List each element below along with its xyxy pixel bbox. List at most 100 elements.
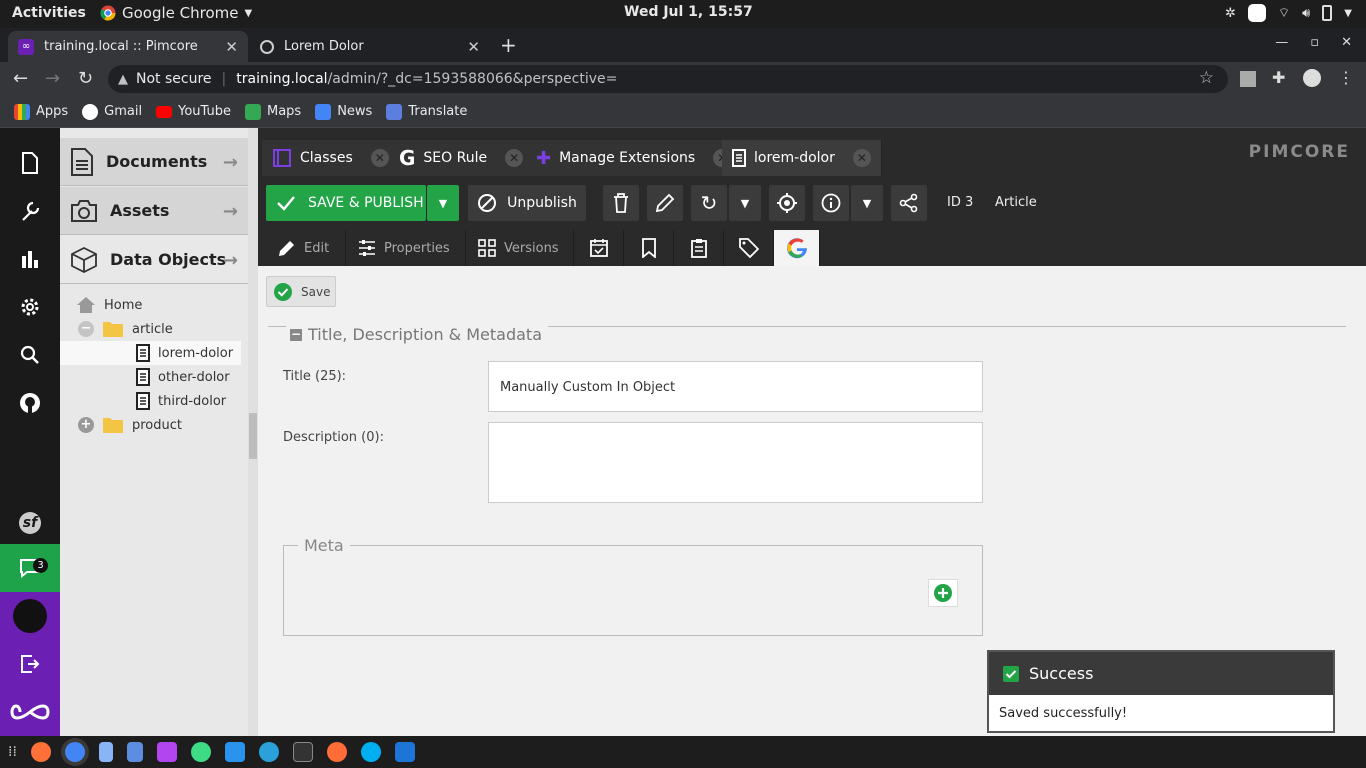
close-tab-icon[interactable]: ✕ (505, 149, 524, 167)
close-tab-icon[interactable]: ✕ (852, 149, 871, 167)
save-options-dropdown[interactable]: ▼ (427, 185, 459, 221)
files-icon[interactable] (98, 742, 113, 762)
bookmark-star-icon[interactable]: ☆ (1199, 68, 1214, 88)
expand-icon[interactable]: + (78, 417, 94, 433)
save-button[interactable]: Save (266, 276, 336, 307)
search-icon[interactable] (0, 332, 60, 378)
reload-icon[interactable]: ↻ (78, 68, 93, 89)
caret-down-icon[interactable]: ▼ (1344, 8, 1352, 19)
close-tab-icon[interactable]: ✕ (467, 38, 480, 56)
phpstorm-icon[interactable] (156, 742, 177, 762)
description-textarea[interactable] (488, 422, 983, 503)
bookmark-gmail[interactable]: Gmail (82, 103, 142, 120)
accessibility-icon[interactable]: ✲ (1225, 6, 1236, 21)
minimize-icon[interactable]: — (1275, 35, 1288, 50)
collapse-square-icon[interactable]: − (290, 328, 302, 341)
save-and-publish-button[interactable]: SAVE & PUBLISH (266, 185, 426, 221)
android-studio-icon[interactable] (190, 742, 211, 762)
accordion-data-objects[interactable]: Data Objects → (60, 236, 248, 284)
terminal-icon[interactable] (292, 742, 313, 762)
extensions-puzzle-icon[interactable]: ✚ (1272, 68, 1285, 87)
notes-icon[interactable] (126, 742, 143, 762)
collapse-icon[interactable]: − (78, 321, 94, 337)
wifi-icon[interactable]: ⌔ (1278, 5, 1290, 21)
close-window-icon[interactable]: ✕ (1341, 35, 1352, 50)
tab-seo-rule[interactable]: G SEO Rule ✕ (389, 140, 535, 176)
bookmark-apps[interactable]: Apps (14, 103, 68, 120)
browser-tab-lorem-dolor[interactable]: Lorem Dolor ✕ (250, 31, 490, 62)
telegram-icon[interactable] (258, 742, 279, 762)
reload-button[interactable]: ↻ (691, 185, 727, 221)
close-tab-icon[interactable]: ✕ (225, 38, 238, 56)
tree-node-lorem-dolor[interactable]: lorem-dolor (60, 341, 241, 365)
bookmark-youtube[interactable]: YouTube (156, 104, 231, 119)
forward-icon[interactable]: → (45, 68, 60, 89)
accordion-assets[interactable]: Assets → (60, 187, 248, 235)
metadata-fieldset-legend[interactable]: − Title, Description & Metadata (286, 325, 548, 344)
remote-desktop-icon[interactable] (394, 742, 415, 762)
file-menu-icon[interactable] (0, 140, 60, 186)
subtab-tags[interactable] (724, 230, 774, 266)
battery-icon[interactable] (1322, 5, 1333, 21)
postman-icon[interactable] (326, 742, 347, 762)
github-icon[interactable] (0, 380, 60, 426)
subtab-edit[interactable]: Edit (266, 230, 346, 266)
clock[interactable]: Wed Jul 1, 15:57 (624, 4, 753, 20)
close-tab-icon[interactable]: ✕ (370, 149, 389, 167)
info-options-dropdown[interactable]: ▼ (851, 185, 883, 221)
settings-gear-icon[interactable] (0, 284, 60, 330)
extension-square-icon[interactable] (1240, 71, 1256, 87)
notifications-chat-icon[interactable]: 3 (0, 544, 60, 592)
locate-in-tree-button[interactable] (769, 185, 805, 221)
address-bar[interactable]: ▲ Not secure | training.local /admin/?_d… (108, 65, 1228, 93)
tree-node-article[interactable]: − article (78, 317, 173, 341)
activities-button[interactable]: Activities (12, 5, 86, 21)
vscode-icon[interactable] (224, 742, 245, 762)
app-grid-icon[interactable]: ⁞⁞ (8, 744, 17, 760)
subtab-seo[interactable] (774, 230, 820, 266)
tools-wrench-icon[interactable] (0, 188, 60, 234)
bookmark-maps[interactable]: Maps (244, 103, 301, 120)
subtab-dependencies[interactable] (624, 230, 674, 266)
subtab-versions[interactable]: Versions (466, 230, 574, 266)
new-tab-button[interactable]: + (500, 33, 517, 57)
browser-tab-pimcore[interactable]: ∞ training.local :: Pimcore ✕ (8, 31, 248, 62)
bookmark-news[interactable]: News (315, 103, 372, 120)
user-avatar-icon[interactable] (0, 592, 60, 640)
delete-button[interactable] (603, 185, 639, 221)
tree-node-product[interactable]: + product (78, 413, 182, 437)
share-button[interactable] (891, 185, 927, 221)
skype-icon[interactable] (360, 742, 381, 762)
tab-lorem-dolor[interactable]: lorem-dolor ✕ (722, 140, 882, 176)
app-menu[interactable]: Google Chrome ▼ (100, 4, 252, 22)
subtab-properties[interactable]: Properties (346, 230, 466, 266)
firefox-icon[interactable] (30, 742, 51, 762)
back-icon[interactable]: ← (13, 68, 28, 89)
bookmark-translate[interactable]: Translate (386, 103, 467, 120)
subtab-schedule[interactable] (574, 230, 624, 266)
pimcore-logo-icon[interactable] (0, 688, 60, 736)
tree-node-other-dolor[interactable]: other-dolor (136, 365, 230, 389)
symfony-icon[interactable]: sf (0, 500, 60, 546)
rename-button[interactable] (647, 185, 683, 221)
unpublish-button[interactable]: Unpublish (468, 185, 586, 221)
profile-icon[interactable] (1303, 69, 1321, 87)
logout-icon[interactable] (0, 640, 60, 688)
reload-options-dropdown[interactable]: ▼ (729, 185, 761, 221)
accordion-documents[interactable]: Documents → (60, 138, 248, 186)
volume-icon[interactable]: 🔊︎ (1302, 6, 1310, 21)
tree-node-third-dolor[interactable]: third-dolor (136, 389, 226, 413)
system-tray[interactable]: ✲ ⌔ 🔊︎ ▼ (1225, 4, 1352, 22)
tab-classes[interactable]: Classes ✕ (262, 140, 400, 176)
info-button[interactable] (813, 185, 849, 221)
marketing-chart-icon[interactable] (0, 236, 60, 282)
notification-icon[interactable] (1247, 4, 1266, 22)
maximize-icon[interactable]: ▫ (1310, 35, 1319, 50)
panel-splitter[interactable] (248, 128, 258, 736)
menu-icon[interactable]: ⋮ (1338, 68, 1354, 87)
tree-node-home[interactable]: Home (76, 293, 142, 317)
chrome-icon[interactable] (64, 742, 85, 762)
subtab-notes[interactable] (674, 230, 724, 266)
tab-manage-extensions[interactable]: ✚ Manage Extensions ✕ (526, 140, 743, 176)
title-input[interactable]: Manually Custom In Object (488, 361, 983, 412)
